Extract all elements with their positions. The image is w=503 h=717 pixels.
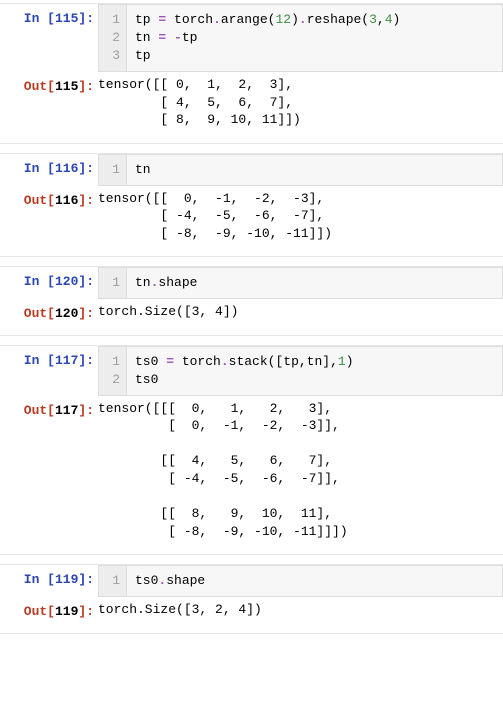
line-number: 1 — [99, 161, 120, 179]
notebook-cell: In [119]:1ts0.shapeOut[119]:torch.Size([… — [0, 564, 503, 634]
code-line[interactable]: tn — [135, 161, 494, 179]
in-prefix: In [ — [24, 353, 55, 368]
prompt-suffix: ]: — [78, 353, 94, 368]
code-area[interactable]: 1 tn — [98, 154, 503, 186]
prompt-suffix: ]: — [78, 274, 94, 289]
out-number: 116 — [55, 193, 78, 208]
out-number: 119 — [55, 604, 78, 619]
in-prefix: In [ — [24, 161, 55, 176]
out-prefix: Out[ — [24, 306, 55, 321]
code-line[interactable]: tp — [135, 47, 494, 65]
code-content[interactable]: ts0.shape — [127, 566, 502, 596]
notebook-cell: In [120]:1tn.shapeOut[120]:torch.Size([3… — [0, 266, 503, 336]
output-prompt: Out[120]: — [0, 299, 98, 335]
output-row: Out[116]:tensor([[ 0, -1, -2, -3], [ -4,… — [0, 186, 503, 257]
out-number: 117 — [55, 403, 78, 418]
out-prefix: Out[ — [24, 604, 55, 619]
code-line[interactable]: ts0 — [135, 371, 494, 389]
notebook-cell: In [115]:123tp = torch.arange(12).reshap… — [0, 3, 503, 144]
code-content[interactable]: tp = torch.arange(12).reshape(3,4)tn = -… — [127, 5, 502, 71]
output-row: Out[120]:torch.Size([3, 4]) — [0, 299, 503, 335]
output-content: tensor([[ 0, -1, -2, -3], [ -4, -5, -6, … — [98, 186, 503, 257]
input-row: In [116]:1tn — [0, 154, 503, 186]
out-prefix: Out[ — [24, 403, 55, 418]
in-prefix: In [ — [24, 572, 55, 587]
output-prompt: Out[115]: — [0, 72, 98, 143]
input-row: In [119]:1ts0.shape — [0, 565, 503, 597]
output-row: Out[117]:tensor([[[ 0, 1, 2, 3], [ 0, -1… — [0, 396, 503, 554]
input-row: In [117]:12ts0 = torch.stack([tp,tn],1)t… — [0, 346, 503, 396]
code-content[interactable]: tn.shape — [127, 268, 502, 298]
code-line[interactable]: tp = torch.arange(12).reshape(3,4) — [135, 11, 494, 29]
code-content[interactable]: ts0 = torch.stack([tp,tn],1)ts0 — [127, 347, 502, 395]
notebook: In [115]:123tp = torch.arange(12).reshap… — [0, 3, 503, 634]
prompt-suffix: ]: — [78, 79, 94, 94]
output-row: Out[115]:tensor([[ 0, 1, 2, 3], [ 4, 5, … — [0, 72, 503, 143]
prompt-suffix: ]: — [78, 11, 94, 26]
code-area[interactable]: 1 tn.shape — [98, 267, 503, 299]
line-gutter: 12 — [99, 347, 127, 395]
in-number: 115 — [55, 11, 78, 26]
code-content[interactable]: tn — [127, 155, 502, 185]
output-prompt: Out[116]: — [0, 186, 98, 257]
line-number: 2 — [99, 29, 120, 47]
code-line[interactable]: tn = -tp — [135, 29, 494, 47]
notebook-cell: In [117]:12ts0 = torch.stack([tp,tn],1)t… — [0, 345, 503, 555]
in-number: 117 — [55, 353, 78, 368]
notebook-cell: In [116]:1tnOut[116]:tensor([[ 0, -1, -2… — [0, 153, 503, 258]
code-area[interactable]: 12ts0 = torch.stack([tp,tn],1)ts0 — [98, 346, 503, 396]
prompt-suffix: ]: — [78, 572, 94, 587]
input-prompt: In [115]: — [0, 4, 98, 72]
code-area[interactable]: 123tp = torch.arange(12).reshape(3,4)tn … — [98, 4, 503, 72]
prompt-suffix: ]: — [78, 306, 94, 321]
line-number: 2 — [99, 371, 120, 389]
code-line[interactable]: tn.shape — [135, 274, 494, 292]
line-number: 1 — [99, 274, 120, 292]
out-number: 120 — [55, 306, 78, 321]
line-gutter: 1 — [99, 566, 127, 596]
input-row: In [115]:123tp = torch.arange(12).reshap… — [0, 4, 503, 72]
in-prefix: In [ — [24, 274, 55, 289]
code-area[interactable]: 1 ts0.shape — [98, 565, 503, 597]
output-content: tensor([[ 0, 1, 2, 3], [ 4, 5, 6, 7], [ … — [98, 72, 503, 143]
in-number: 116 — [55, 161, 78, 176]
output-content: tensor([[[ 0, 1, 2, 3], [ 0, -1, -2, -3]… — [98, 396, 503, 554]
line-number: 3 — [99, 47, 120, 65]
code-line[interactable]: ts0.shape — [135, 572, 494, 590]
out-prefix: Out[ — [24, 79, 55, 94]
out-number: 115 — [55, 79, 78, 94]
in-number: 119 — [55, 572, 78, 587]
output-prompt: Out[117]: — [0, 396, 98, 554]
in-prefix: In [ — [24, 11, 55, 26]
prompt-suffix: ]: — [78, 403, 94, 418]
line-number: 1 — [99, 11, 120, 29]
prompt-suffix: ]: — [78, 604, 94, 619]
output-row: Out[119]:torch.Size([3, 2, 4]) — [0, 597, 503, 633]
line-gutter: 1 — [99, 268, 127, 298]
line-number: 1 — [99, 572, 120, 590]
output-content: torch.Size([3, 4]) — [98, 299, 503, 335]
line-gutter: 1 — [99, 155, 127, 185]
output-content: torch.Size([3, 2, 4]) — [98, 597, 503, 633]
line-number: 1 — [99, 353, 120, 371]
input-row: In [120]:1tn.shape — [0, 267, 503, 299]
code-line[interactable]: ts0 = torch.stack([tp,tn],1) — [135, 353, 494, 371]
input-prompt: In [120]: — [0, 267, 98, 299]
output-prompt: Out[119]: — [0, 597, 98, 633]
input-prompt: In [119]: — [0, 565, 98, 597]
out-prefix: Out[ — [24, 193, 55, 208]
input-prompt: In [116]: — [0, 154, 98, 186]
in-number: 120 — [55, 274, 78, 289]
line-gutter: 123 — [99, 5, 127, 71]
input-prompt: In [117]: — [0, 346, 98, 396]
prompt-suffix: ]: — [78, 193, 94, 208]
prompt-suffix: ]: — [78, 161, 94, 176]
